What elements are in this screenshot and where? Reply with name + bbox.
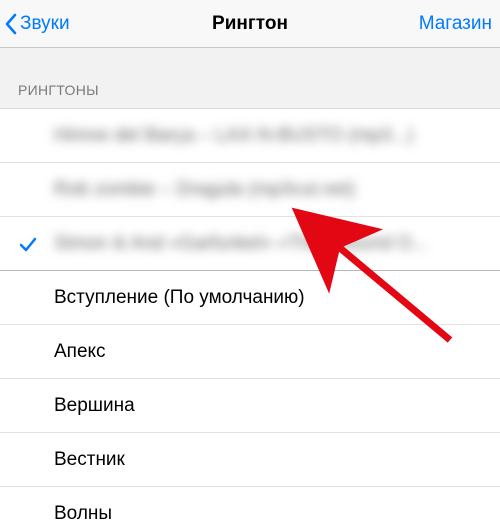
ringtone-list: Himne del Barça – LAX-N-BUSTO (mp3...) R… — [0, 108, 500, 525]
ringtone-label: Вершина — [54, 395, 135, 417]
back-button[interactable]: Звуки — [4, 12, 70, 36]
builtin-ringtone-row[interactable]: Апекс — [0, 325, 500, 379]
custom-ringtone-row[interactable]: Rob zombie – Dragula (mp3cut.net) — [0, 163, 500, 217]
ringtone-label: Волны — [54, 503, 112, 525]
ringtone-label: Simon & And «Garfunkel» «The» Sound O... — [54, 233, 428, 255]
ringtone-label: Вступление (По умолчанию) — [54, 287, 305, 309]
back-label: Звуки — [20, 13, 70, 35]
builtin-ringtone-row[interactable]: Вступление (По умолчанию) — [0, 271, 500, 325]
custom-ringtone-row[interactable]: Simon & And «Garfunkel» «The» Sound O... — [0, 217, 500, 271]
chevron-left-icon — [4, 12, 18, 36]
custom-ringtone-row[interactable]: Himne del Barça – LAX-N-BUSTO (mp3...) — [0, 109, 500, 163]
navbar: Звуки Рингтон Магазин — [0, 0, 500, 48]
section-header-ringtones: РИНГТОНЫ — [0, 48, 500, 108]
builtin-ringtone-row[interactable]: Вершина — [0, 379, 500, 433]
store-button[interactable]: Магазин — [419, 13, 492, 35]
builtin-ringtone-row[interactable]: Вестник — [0, 433, 500, 487]
builtin-ringtone-row[interactable]: Волны — [0, 487, 500, 525]
ringtone-label: Rob zombie – Dragula (mp3cut.net) — [54, 179, 355, 201]
ringtone-label: Апекс — [54, 341, 106, 363]
ringtone-label: Вестник — [54, 449, 125, 471]
checkmark-icon — [18, 234, 38, 254]
ringtone-label: Himne del Barça – LAX-N-BUSTO (mp3...) — [54, 125, 414, 147]
